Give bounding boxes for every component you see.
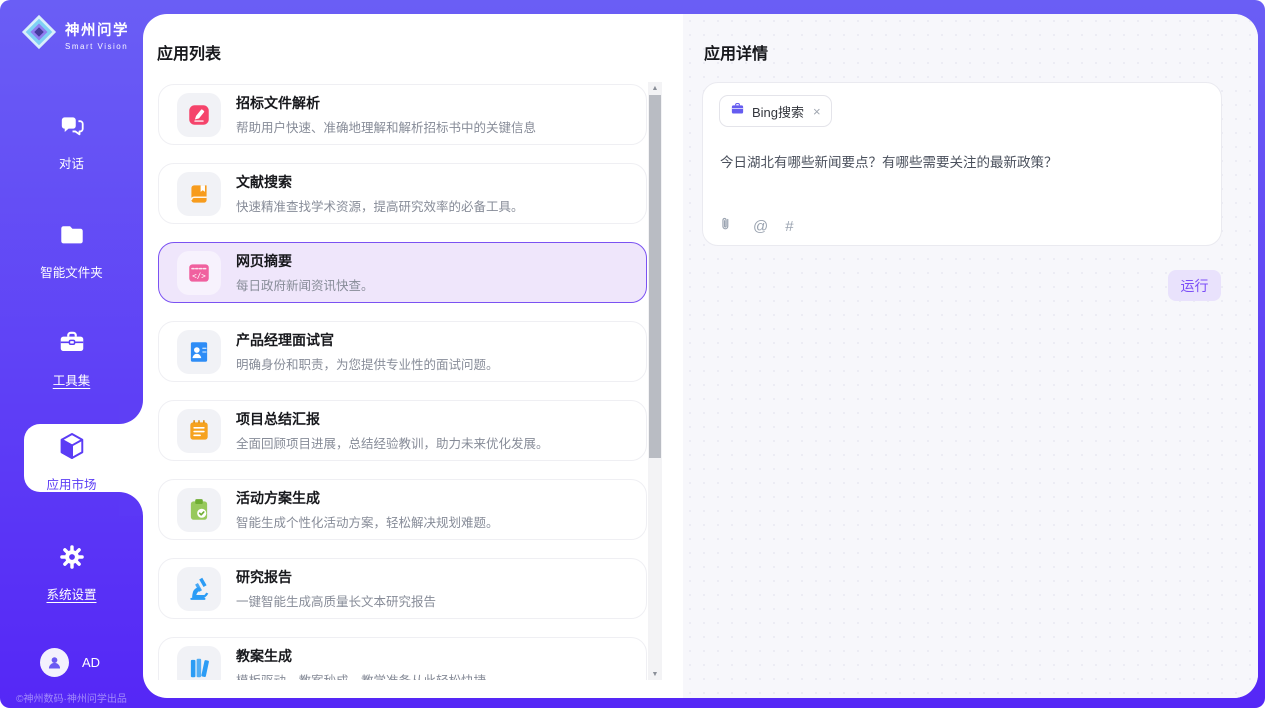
app-detail-card: Bing搜索 × 今日湖北有哪些新闻要点？有哪些需要关注的最新政策？ @ #: [702, 82, 1222, 246]
logo-diamond-icon: [20, 13, 58, 56]
literature-icon: [177, 172, 221, 216]
sidebar-item-chat[interactable]: 对话: [0, 111, 143, 172]
avatar: [40, 648, 69, 677]
query-text[interactable]: 今日湖北有哪些新闻要点？有哪些需要关注的最新政策？: [720, 151, 1200, 171]
app-list-item[interactable]: 活动方案生成 智能生成个性化活动方案，轻松解决规划难题。: [158, 479, 647, 540]
paperclip-icon[interactable]: [718, 215, 736, 237]
app-name: 招标文件解析: [236, 93, 536, 113]
logo-subtitle: Smart Vision: [65, 42, 129, 51]
report-note-icon: [177, 409, 221, 453]
app-item-text: 活动方案生成 智能生成个性化活动方案，轻松解决规划难题。: [236, 488, 499, 531]
clipboard-check-icon: [177, 488, 221, 532]
run-button[interactable]: 运行: [1168, 270, 1221, 301]
app-item-text: 项目总结汇报 全面回顾项目进展，总结经验教训，助力未来优化发展。: [236, 409, 549, 452]
app-detail-title: 应用详情: [704, 40, 768, 64]
app-list-item[interactable]: 招标文件解析 帮助用户快速、准确地理解和解析招标书中的关键信息: [158, 84, 647, 145]
interviewer-icon: [177, 330, 221, 374]
app-name: 文献搜索: [236, 172, 524, 192]
sidebar-label-toolset: 工具集: [53, 370, 91, 389]
app-description: 快速精准查找学术资源，提高研究效率的必备工具。: [236, 196, 524, 215]
sidebar-label-settings: 系统设置: [46, 584, 96, 603]
mention-icon[interactable]: @: [753, 218, 768, 235]
books-icon: [177, 646, 221, 681]
sidebar-item-app-market[interactable]: 应用市场: [0, 430, 143, 493]
app-item-text: 网页摘要 每日政府新闻资讯快查。: [236, 251, 374, 294]
svg-text:</>: </>: [192, 271, 206, 280]
app-list-item[interactable]: 研究报告 一键智能生成高质量长文本研究报告: [158, 558, 647, 619]
hash-icon[interactable]: #: [785, 218, 793, 235]
app-name: 网页摘要: [236, 251, 374, 271]
tool-tag-bing-search[interactable]: Bing搜索 ×: [719, 95, 832, 127]
sidebar-item-settings[interactable]: 系统设置: [0, 542, 143, 603]
app-name: 活动方案生成: [236, 488, 499, 508]
app-description: 模板驱动，教案秒成，教学准备从此轻松快捷: [236, 670, 486, 680]
app-item-text: 文献搜索 快速精准查找学术资源，提高研究效率的必备工具。: [236, 172, 524, 215]
app-item-text: 研究报告 一键智能生成高质量长文本研究报告: [236, 567, 436, 610]
scroll-up-icon[interactable]: ▲: [648, 82, 662, 94]
app-description: 明确身份和职责，为您提供专业性的面试问题。: [236, 354, 499, 373]
app-item-text: 产品经理面试官 明确身份和职责，为您提供专业性的面试问题。: [236, 330, 499, 373]
sidebar-label-app-market: 应用市场: [46, 474, 96, 493]
app-description: 帮助用户快速、准确地理解和解析招标书中的关键信息: [236, 117, 536, 136]
app-list-item[interactable]: 文献搜索 快速精准查找学术资源，提高研究效率的必备工具。: [158, 163, 647, 224]
app-list-scrollbar[interactable]: ▲ ▼: [648, 82, 662, 680]
sidebar-item-toolset[interactable]: 工具集: [0, 328, 143, 389]
app-name: 研究报告: [236, 567, 436, 587]
toolbox-icon: [57, 328, 87, 363]
app-list-title: 应用列表: [157, 40, 221, 64]
microscope-icon: [177, 567, 221, 611]
sidebar-label-chat: 对话: [59, 153, 84, 172]
sidebar-label-smart-folder: 智能文件夹: [40, 262, 103, 281]
chat-icon: [57, 111, 87, 146]
app-list-item[interactable]: </> 网页摘要 每日政府新闻资讯快查。: [158, 242, 647, 303]
app-list: 招标文件解析 帮助用户快速、准确地理解和解析招标书中的关键信息 文献搜索 快速精…: [158, 84, 647, 680]
app-logo: 神州问学 Smart Vision: [20, 13, 129, 56]
app-description: 智能生成个性化活动方案，轻松解决规划难题。: [236, 512, 499, 531]
sidebar-item-smart-folder[interactable]: 智能文件夹: [0, 220, 143, 281]
scroll-down-icon[interactable]: ▼: [648, 668, 662, 680]
logo-title: 神州问学: [65, 19, 129, 40]
app-name: 项目总结汇报: [236, 409, 549, 429]
copyright-text: ©神州数码·神州问学出品: [5, 690, 138, 705]
app-item-text: 教案生成 模板驱动，教案秒成，教学准备从此轻松快捷: [236, 646, 486, 680]
composer-toolbar: @ #: [718, 215, 794, 237]
folder-icon: [57, 220, 87, 255]
gear-icon: [57, 542, 87, 577]
tool-tag-label: Bing搜索: [752, 102, 804, 121]
user-account[interactable]: AD: [40, 648, 100, 677]
app-name: 教案生成: [236, 646, 486, 666]
app-description: 全面回顾项目进展，总结经验教训，助力未来优化发展。: [236, 433, 549, 452]
app-item-text: 招标文件解析 帮助用户快速、准确地理解和解析招标书中的关键信息: [236, 93, 536, 136]
briefcase-icon: [730, 101, 745, 121]
app-list-item[interactable]: 产品经理面试官 明确身份和职责，为您提供专业性的面试问题。: [158, 321, 647, 382]
webpage-icon: </>: [177, 251, 221, 295]
app-description: 每日政府新闻资讯快查。: [236, 275, 374, 294]
cube-icon: [56, 430, 88, 467]
app-window: 神州问学 Smart Vision 对话 智能文件夹: [0, 0, 1270, 714]
close-icon[interactable]: ×: [813, 104, 821, 119]
scrollbar-thumb[interactable]: [649, 95, 661, 458]
active-nav-curve-top: [119, 400, 143, 424]
app-description: 一键智能生成高质量长文本研究报告: [236, 591, 436, 610]
app-name: 产品经理面试官: [236, 330, 499, 350]
user-initials: AD: [82, 655, 100, 670]
app-list-item[interactable]: 教案生成 模板驱动，教案秒成，教学准备从此轻松快捷: [158, 637, 647, 680]
bid-document-icon: [177, 93, 221, 137]
active-nav-curve-bottom: [119, 492, 143, 516]
app-list-item[interactable]: 项目总结汇报 全面回顾项目进展，总结经验教训，助力未来优化发展。: [158, 400, 647, 461]
